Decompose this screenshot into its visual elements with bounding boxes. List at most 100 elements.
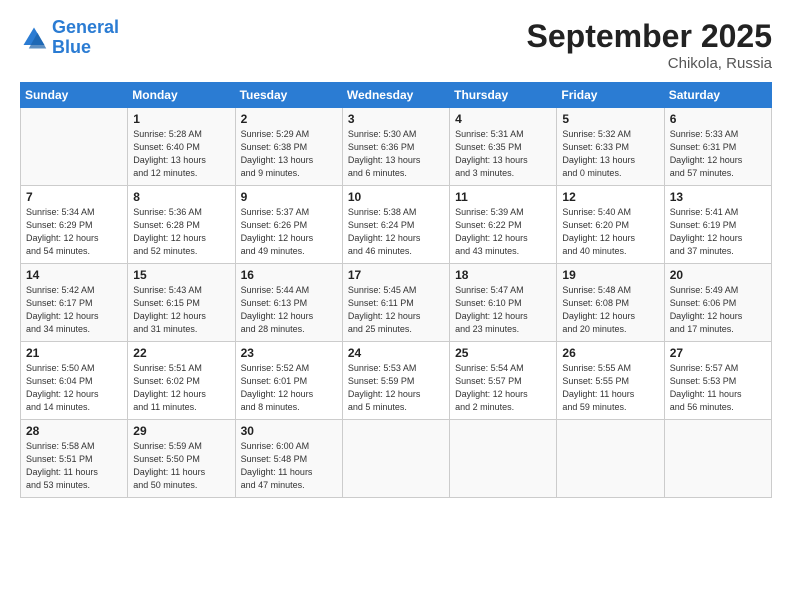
day-number: 14 bbox=[26, 268, 122, 282]
cell-info: Sunrise: 5:30 AMSunset: 6:36 PMDaylight:… bbox=[348, 128, 444, 180]
calendar-cell: 9 Sunrise: 5:37 AMSunset: 6:26 PMDaylight… bbox=[235, 186, 342, 264]
calendar-cell: 27Sunrise: 5:57 AMSunset: 5:53 PMDayligh… bbox=[664, 342, 771, 420]
day-number: 24 bbox=[348, 346, 444, 360]
cell-info: Sunrise: 5:44 AMSunset: 6:13 PMDaylight:… bbox=[241, 284, 337, 336]
calendar-cell: 20 Sunrise: 5:49 AMSunset: 6:06 PMDayligh… bbox=[664, 264, 771, 342]
day-number: 7 bbox=[26, 190, 122, 204]
cell-info: Sunrise: 5:45 AMSunset: 6:11 PMDaylight:… bbox=[348, 284, 444, 336]
day-number: 11 bbox=[455, 190, 551, 204]
col-header-wednesday: Wednesday bbox=[342, 83, 449, 108]
day-number: 5 bbox=[562, 112, 658, 126]
calendar-cell: 5Sunrise: 5:32 AMSunset: 6:33 PMDaylight… bbox=[557, 108, 664, 186]
cell-info: Sunrise: 5:52 AMSunset: 6:01 PMDaylight:… bbox=[241, 362, 337, 414]
day-number: 23 bbox=[241, 346, 337, 360]
calendar-cell bbox=[21, 108, 128, 186]
col-header-friday: Friday bbox=[557, 83, 664, 108]
calendar-cell bbox=[557, 420, 664, 498]
week-row-2: 7 Sunrise: 5:34 AMSunset: 6:29 PMDaylight… bbox=[21, 186, 772, 264]
calendar-cell: 28 Sunrise: 5:58 AMSunset: 5:51 PMDayligh… bbox=[21, 420, 128, 498]
day-number: 26 bbox=[562, 346, 658, 360]
header: GeneralBlue September 2025 Chikola, Russ… bbox=[20, 18, 772, 72]
calendar-cell: 25Sunrise: 5:54 AMSunset: 5:57 PMDayligh… bbox=[450, 342, 557, 420]
calendar-cell: 1 Sunrise: 5:28 AMSunset: 6:40 PMDaylight… bbox=[128, 108, 235, 186]
cell-info: Sunrise: 5:47 AMSunset: 6:10 PMDaylight:… bbox=[455, 284, 551, 336]
day-number: 6 bbox=[670, 112, 766, 126]
calendar-cell: 18 Sunrise: 5:47 AMSunset: 6:10 PMDayligh… bbox=[450, 264, 557, 342]
day-number: 29 bbox=[133, 424, 229, 438]
calendar-cell: 7 Sunrise: 5:34 AMSunset: 6:29 PMDaylight… bbox=[21, 186, 128, 264]
cell-info: Sunrise: 5:58 AMSunset: 5:51 PMDaylight:… bbox=[26, 440, 122, 492]
day-number: 28 bbox=[26, 424, 122, 438]
calendar-cell: 23 Sunrise: 5:52 AMSunset: 6:01 PMDayligh… bbox=[235, 342, 342, 420]
cell-info: Sunrise: 5:50 AMSunset: 6:04 PMDaylight:… bbox=[26, 362, 122, 414]
week-row-1: 1 Sunrise: 5:28 AMSunset: 6:40 PMDaylight… bbox=[21, 108, 772, 186]
cell-info: Sunrise: 5:33 AMSunset: 6:31 PMDaylight:… bbox=[670, 128, 766, 180]
calendar-cell: 15 Sunrise: 5:43 AMSunset: 6:15 PMDayligh… bbox=[128, 264, 235, 342]
calendar-cell bbox=[450, 420, 557, 498]
calendar-cell: 8 Sunrise: 5:36 AMSunset: 6:28 PMDaylight… bbox=[128, 186, 235, 264]
cell-info: Sunrise: 5:38 AMSunset: 6:24 PMDaylight:… bbox=[348, 206, 444, 258]
calendar-cell: 16 Sunrise: 5:44 AMSunset: 6:13 PMDayligh… bbox=[235, 264, 342, 342]
logo-icon bbox=[20, 24, 48, 52]
col-header-tuesday: Tuesday bbox=[235, 83, 342, 108]
calendar-cell: 19Sunrise: 5:48 AMSunset: 6:08 PMDayligh… bbox=[557, 264, 664, 342]
day-number: 3 bbox=[348, 112, 444, 126]
calendar-cell: 17Sunrise: 5:45 AMSunset: 6:11 PMDayligh… bbox=[342, 264, 449, 342]
logo-name: GeneralBlue bbox=[52, 18, 119, 58]
cell-info: Sunrise: 5:29 AMSunset: 6:38 PMDaylight:… bbox=[241, 128, 337, 180]
day-number: 10 bbox=[348, 190, 444, 204]
cell-info: Sunrise: 5:42 AMSunset: 6:17 PMDaylight:… bbox=[26, 284, 122, 336]
calendar-cell: 24 Sunrise: 5:53 AMSunset: 5:59 PMDayligh… bbox=[342, 342, 449, 420]
cell-info: Sunrise: 5:43 AMSunset: 6:15 PMDaylight:… bbox=[133, 284, 229, 336]
calendar-cell: 12 Sunrise: 5:40 AMSunset: 6:20 PMDayligh… bbox=[557, 186, 664, 264]
calendar-cell: 22 Sunrise: 5:51 AMSunset: 6:02 PMDayligh… bbox=[128, 342, 235, 420]
cell-info: Sunrise: 5:41 AMSunset: 6:19 PMDaylight:… bbox=[670, 206, 766, 258]
cell-info: Sunrise: 5:53 AMSunset: 5:59 PMDaylight:… bbox=[348, 362, 444, 414]
calendar-cell: 4Sunrise: 5:31 AMSunset: 6:35 PMDaylight… bbox=[450, 108, 557, 186]
day-number: 18 bbox=[455, 268, 551, 282]
day-number: 4 bbox=[455, 112, 551, 126]
cell-info: Sunrise: 5:49 AMSunset: 6:06 PMDaylight:… bbox=[670, 284, 766, 336]
cell-info: Sunrise: 5:37 AMSunset: 6:26 PMDaylight:… bbox=[241, 206, 337, 258]
day-number: 16 bbox=[241, 268, 337, 282]
calendar-cell: 29 Sunrise: 5:59 AMSunset: 5:50 PMDayligh… bbox=[128, 420, 235, 498]
calendar-cell: 3 Sunrise: 5:30 AMSunset: 6:36 PMDaylight… bbox=[342, 108, 449, 186]
day-number: 22 bbox=[133, 346, 229, 360]
col-header-saturday: Saturday bbox=[664, 83, 771, 108]
cell-info: Sunrise: 5:39 AMSunset: 6:22 PMDaylight:… bbox=[455, 206, 551, 258]
title-block: September 2025 Chikola, Russia bbox=[527, 18, 772, 72]
calendar-cell: 11 Sunrise: 5:39 AMSunset: 6:22 PMDayligh… bbox=[450, 186, 557, 264]
month-title: September 2025 bbox=[527, 18, 772, 55]
day-number: 25 bbox=[455, 346, 551, 360]
cell-info: Sunrise: 5:34 AMSunset: 6:29 PMDaylight:… bbox=[26, 206, 122, 258]
week-row-4: 21Sunrise: 5:50 AMSunset: 6:04 PMDayligh… bbox=[21, 342, 772, 420]
week-row-3: 14 Sunrise: 5:42 AMSunset: 6:17 PMDayligh… bbox=[21, 264, 772, 342]
day-number: 9 bbox=[241, 190, 337, 204]
day-number: 12 bbox=[562, 190, 658, 204]
cell-info: Sunrise: 5:28 AMSunset: 6:40 PMDaylight:… bbox=[133, 128, 229, 180]
calendar-cell bbox=[664, 420, 771, 498]
calendar-cell: 26Sunrise: 5:55 AMSunset: 5:55 PMDayligh… bbox=[557, 342, 664, 420]
cell-info: Sunrise: 5:51 AMSunset: 6:02 PMDaylight:… bbox=[133, 362, 229, 414]
header-row: SundayMondayTuesdayWednesdayThursdayFrid… bbox=[21, 83, 772, 108]
calendar-table: SundayMondayTuesdayWednesdayThursdayFrid… bbox=[20, 82, 772, 498]
day-number: 19 bbox=[562, 268, 658, 282]
location: Chikola, Russia bbox=[527, 55, 772, 72]
page: GeneralBlue September 2025 Chikola, Russ… bbox=[0, 0, 792, 612]
day-number: 1 bbox=[133, 112, 229, 126]
calendar-cell: 6 Sunrise: 5:33 AMSunset: 6:31 PMDaylight… bbox=[664, 108, 771, 186]
logo: GeneralBlue bbox=[20, 18, 119, 58]
day-number: 15 bbox=[133, 268, 229, 282]
col-header-thursday: Thursday bbox=[450, 83, 557, 108]
cell-info: Sunrise: 5:36 AMSunset: 6:28 PMDaylight:… bbox=[133, 206, 229, 258]
day-number: 27 bbox=[670, 346, 766, 360]
col-header-monday: Monday bbox=[128, 83, 235, 108]
calendar-cell bbox=[342, 420, 449, 498]
cell-info: Sunrise: 5:40 AMSunset: 6:20 PMDaylight:… bbox=[562, 206, 658, 258]
day-number: 2 bbox=[241, 112, 337, 126]
calendar-cell: 13Sunrise: 5:41 AMSunset: 6:19 PMDayligh… bbox=[664, 186, 771, 264]
calendar-cell: 10 Sunrise: 5:38 AMSunset: 6:24 PMDayligh… bbox=[342, 186, 449, 264]
day-number: 8 bbox=[133, 190, 229, 204]
cell-info: Sunrise: 5:59 AMSunset: 5:50 PMDaylight:… bbox=[133, 440, 229, 492]
day-number: 20 bbox=[670, 268, 766, 282]
